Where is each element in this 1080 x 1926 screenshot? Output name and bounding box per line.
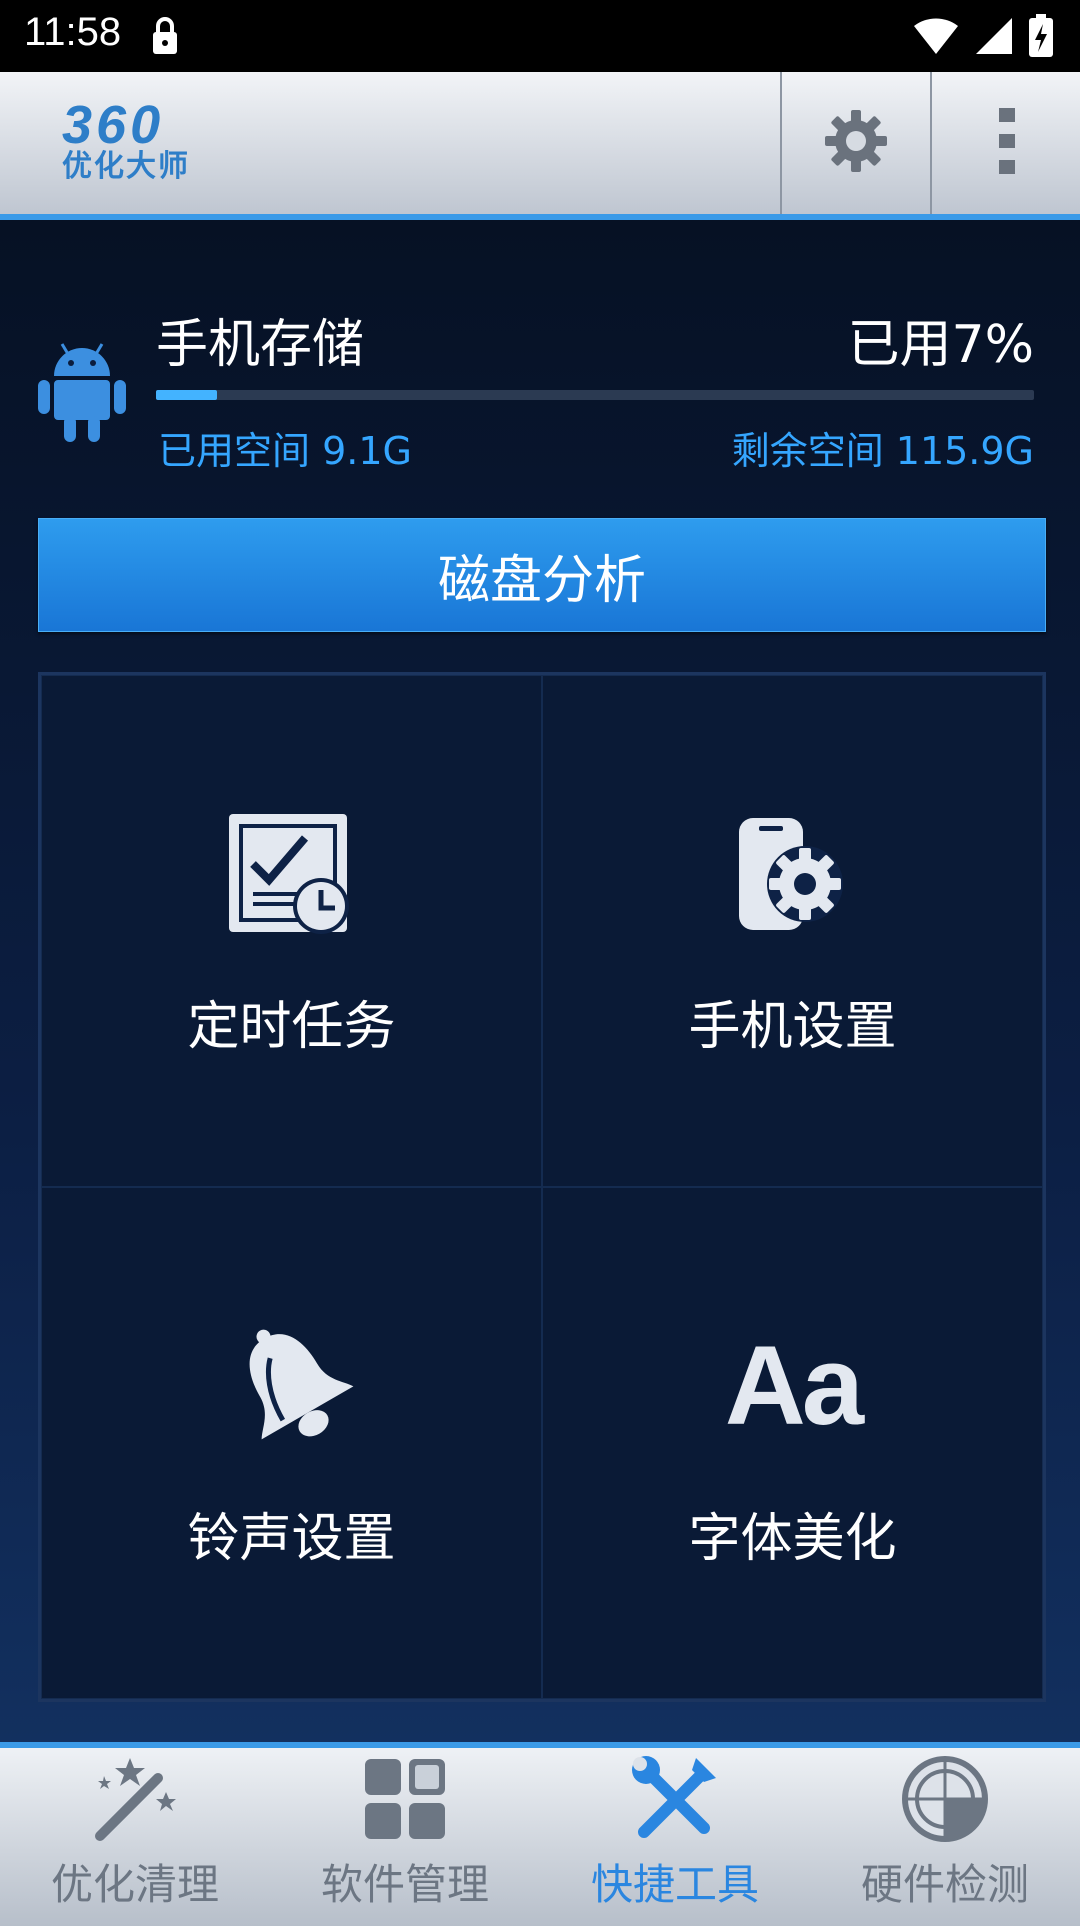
logo-number: 360	[62, 95, 165, 155]
tab-hardware-detection[interactable]: 硬件检测	[810, 1748, 1080, 1926]
bottom-nav: 优化清理 软件管理 快捷工具 硬件检测	[0, 1742, 1080, 1926]
tools-icon	[630, 1753, 720, 1845]
storage-progress-fill	[156, 390, 218, 400]
wifi-icon	[912, 16, 960, 60]
tool-label: 定时任务	[187, 996, 396, 1057]
tools-grid: 定时任务 手机设置 铃声设置 Aa 字体美化	[38, 672, 1046, 1702]
tool-font-beautify[interactable]: Aa 字体美化	[542, 1187, 1043, 1699]
tab-label: 优化清理	[50, 1860, 219, 1909]
battery-charging-icon	[1028, 14, 1054, 62]
more-button[interactable]	[930, 72, 1080, 214]
bell-icon	[222, 1316, 362, 1456]
tab-quick-tools[interactable]: 快捷工具	[540, 1748, 810, 1926]
tool-label: 字体美化	[688, 1508, 897, 1569]
app-logo: 360 优化大师	[62, 95, 232, 184]
tool-scheduled-task[interactable]: 定时任务	[41, 675, 542, 1187]
app-header: 360 优化大师	[0, 72, 1080, 220]
tab-label: 快捷工具	[590, 1860, 759, 1909]
disk-analysis-button[interactable]: 磁盘分析	[38, 518, 1046, 632]
logo-text: 优化大师	[62, 149, 190, 184]
scheduled-task-icon	[222, 804, 362, 944]
overflow-menu-icon	[997, 106, 1017, 180]
lock-icon	[150, 16, 180, 60]
font-icon: Aa	[723, 1316, 864, 1456]
android-icon	[34, 330, 130, 450]
gear-icon	[823, 108, 889, 178]
storage-title: 手机存储	[156, 315, 365, 375]
font-icon-text: Aa	[724, 1323, 864, 1448]
tab-software-management[interactable]: 软件管理	[270, 1748, 540, 1926]
storage-progress-bar	[156, 390, 1034, 400]
tool-ringtone-settings[interactable]: 铃声设置	[41, 1187, 542, 1699]
status-bar: 11:58	[0, 0, 1080, 72]
used-space: 已用空间 9.1G	[158, 429, 412, 473]
tool-label: 铃声设置	[187, 1508, 396, 1569]
tab-label: 软件管理	[320, 1860, 489, 1909]
tab-optimize-clean[interactable]: 优化清理	[0, 1748, 270, 1926]
settings-button[interactable]	[780, 72, 930, 214]
main-content: 手机存储 已用7% 已用空间 9.1G 剩余空间 115.9G 磁盘分析 定时任…	[0, 220, 1080, 1742]
phone-settings-icon	[723, 804, 863, 944]
tab-label: 硬件检测	[860, 1860, 1029, 1909]
radar-icon	[900, 1753, 990, 1845]
apps-grid-icon	[363, 1753, 447, 1845]
tool-phone-settings[interactable]: 手机设置	[542, 675, 1043, 1187]
storage-used-percent: 已用7%	[847, 315, 1035, 375]
free-space: 剩余空间 115.9G	[731, 429, 1034, 473]
status-time: 11:58	[24, 10, 122, 54]
signal-icon	[974, 16, 1014, 60]
tool-label: 手机设置	[688, 996, 897, 1057]
magic-wand-icon	[90, 1753, 180, 1845]
